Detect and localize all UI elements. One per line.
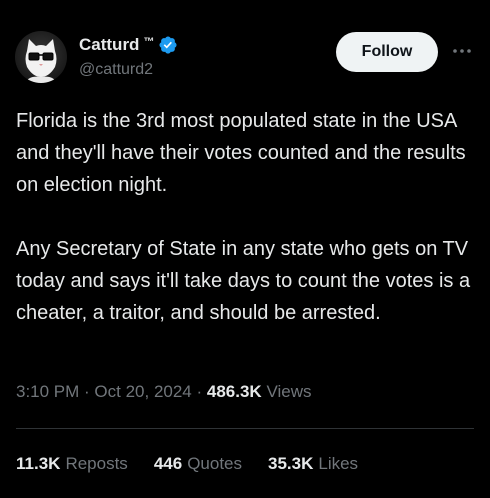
meta-separator: · [79,382,95,401]
quotes-count: 446 [153,454,183,473]
author-name-row[interactable]: Catturd ™ [79,34,178,56]
tweet-time[interactable]: 3:10 PM [16,382,79,402]
tweet-date[interactable]: Oct 20, 2024 [94,382,191,402]
engagement-stats: 11.3K Reposts 446 Quotes 35.3K Likes [16,454,384,474]
meta-separator: · [191,382,207,401]
likes-stat[interactable]: 35.3K Likes [268,454,358,474]
reposts-label: Reposts [65,454,128,473]
likes-label: Likes [318,454,359,473]
cat-avatar-icon [25,39,57,83]
tweet-detail: Catturd ™ @catturd2 Follow Florida is th… [0,0,490,498]
author-display-name[interactable]: Catturd [79,35,139,55]
verified-badge-icon [159,36,177,54]
likes-count: 35.3K [268,454,314,473]
views-count: 486.3K [206,382,262,401]
views-label: Views [266,382,312,401]
avatar[interactable] [15,31,67,83]
tweet-meta: 3:10 PM · Oct 20, 2024 · 486.3K Views [16,382,311,402]
author-handle[interactable]: @catturd2 [79,61,153,79]
more-options-button[interactable] [450,40,474,62]
quotes-stat[interactable]: 446 Quotes [154,454,242,474]
follow-button[interactable]: Follow [336,32,438,72]
tweet-text: Florida is the 3rd most populated state … [16,110,471,324]
quotes-label: Quotes [187,454,242,473]
reposts-stat[interactable]: 11.3K Reposts [16,454,128,474]
trademark-symbol: ™ [143,36,155,48]
reposts-count: 11.3K [16,454,61,473]
divider [16,428,474,429]
ellipsis-icon [453,49,471,53]
